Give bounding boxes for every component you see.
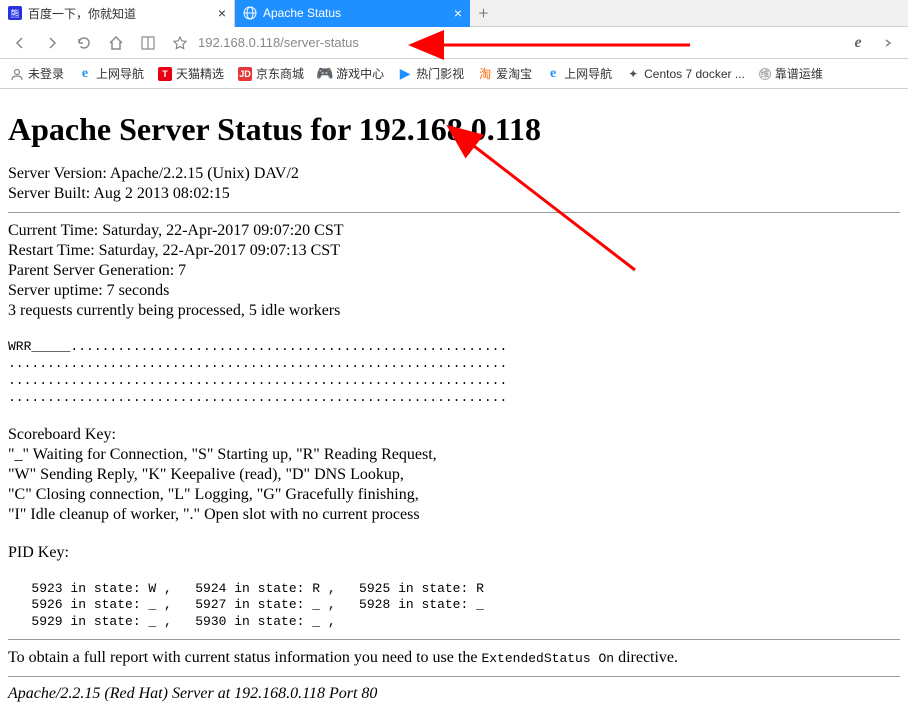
star-icon[interactable]	[170, 33, 190, 53]
bookmark-label: 未登录	[28, 65, 64, 82]
forward-button[interactable]	[42, 33, 62, 53]
close-icon[interactable]: ×	[218, 5, 226, 21]
generation: Parent Server Generation: 7	[8, 261, 900, 281]
tab-title: Apache Status	[263, 6, 341, 20]
e-icon: e	[546, 67, 560, 81]
uptime: Server uptime: 7 seconds	[8, 281, 900, 301]
key-line-1: "_" Waiting for Connection, "S" Starting…	[8, 445, 900, 465]
ie-icon[interactable]: e	[848, 33, 868, 53]
play-icon: ▶	[398, 67, 412, 81]
bookmark-centos[interactable]: ✦ Centos 7 docker ...	[626, 67, 745, 81]
back-button[interactable]	[10, 33, 30, 53]
bookmark-ops[interactable]: 维 靠谱运维	[759, 65, 823, 82]
bookmark-label: 上网导航	[564, 65, 612, 82]
footer-note: To obtain a full report with current sta…	[8, 648, 900, 668]
bookmark-bar: 未登录 e 上网导航 T 天猫精选 JD 京东商城 🎮 游戏中心 ▶ 热门影视 …	[0, 59, 908, 89]
refresh-button[interactable]	[74, 33, 94, 53]
centos-icon: ✦	[626, 67, 640, 81]
bookmark-jd[interactable]: JD 京东商城	[238, 65, 304, 82]
key-line-2: "W" Sending Reply, "K" Keepalive (read),…	[8, 465, 900, 485]
taobao-icon: 淘	[478, 67, 492, 81]
divider	[8, 639, 900, 640]
bookmark-video[interactable]: ▶ 热门影视	[398, 65, 464, 82]
tmall-icon: T	[158, 67, 172, 81]
divider	[8, 676, 900, 677]
server-version: Server Version: Apache/2.2.15 (Unix) DAV…	[8, 164, 900, 184]
bookmark-label: 爱淘宝	[496, 65, 532, 82]
scoreboard-key-title: Scoreboard Key:	[8, 425, 900, 445]
bookmark-game[interactable]: 🎮 游戏中心	[318, 65, 384, 82]
bookmark-nav1[interactable]: e 上网导航	[78, 65, 144, 82]
scoreboard: WRR_____................................…	[8, 339, 900, 407]
tab-apache-status[interactable]: Apache Status ×	[235, 0, 470, 27]
more-icon[interactable]	[878, 33, 898, 53]
jd-icon: JD	[238, 67, 252, 81]
key-line-3: "C" Closing connection, "L" Logging, "G"…	[8, 485, 900, 505]
current-time: Current Time: Saturday, 22-Apr-2017 09:0…	[8, 221, 900, 241]
bookmark-label: 天猫精选	[176, 65, 224, 82]
user-icon	[10, 67, 24, 81]
bookmark-label: Centos 7 docker ...	[644, 67, 745, 81]
restart-time: Restart Time: Saturday, 22-Apr-2017 09:0…	[8, 241, 900, 261]
tab-baidu[interactable]: 熊 百度一下，你就知道 ×	[0, 0, 235, 27]
requests: 3 requests currently being processed, 5 …	[8, 301, 900, 321]
pid-data: 5923 in state: W , 5924 in state: R , 59…	[8, 581, 900, 632]
globe-icon	[243, 6, 257, 20]
bookmark-label: 热门影视	[416, 65, 464, 82]
url-bar[interactable]: 192.168.0.118/server-status	[170, 33, 836, 53]
server-built: Server Built: Aug 2 2013 08:02:15	[8, 184, 900, 204]
nav-bar: 192.168.0.118/server-status e	[0, 27, 908, 59]
pid-key-title: PID Key:	[8, 543, 900, 563]
divider	[8, 212, 900, 213]
page-content: Apache Server Status for 192.168.0.118 S…	[0, 89, 908, 711]
close-icon[interactable]: ×	[454, 5, 462, 21]
baidu-icon: 熊	[8, 6, 22, 20]
bookmark-label: 靠谱运维	[775, 65, 823, 82]
bookmark-label: 上网导航	[96, 65, 144, 82]
home-button[interactable]	[106, 33, 126, 53]
game-icon: 🎮	[318, 67, 332, 81]
key-line-4: "I" Idle cleanup of worker, "." Open slo…	[8, 505, 900, 525]
bookmark-taobao[interactable]: 淘 爱淘宝	[478, 65, 532, 82]
bookmark-label: 游戏中心	[336, 65, 384, 82]
new-tab-button[interactable]: +	[470, 3, 497, 24]
tab-bar: 熊 百度一下，你就知道 × Apache Status × +	[0, 0, 908, 27]
bookmark-nav2[interactable]: e 上网导航	[546, 65, 612, 82]
bookmark-login[interactable]: 未登录	[10, 65, 64, 82]
page-title: Apache Server Status for 192.168.0.118	[8, 111, 900, 148]
bookmark-label: 京东商城	[256, 65, 304, 82]
bookmark-tmall[interactable]: T 天猫精选	[158, 65, 224, 82]
ops-icon: 维	[759, 68, 771, 80]
url-text: 192.168.0.118/server-status	[198, 35, 359, 50]
reader-button[interactable]	[138, 33, 158, 53]
tab-title: 百度一下，你就知道	[28, 5, 136, 22]
e-icon: e	[78, 67, 92, 81]
